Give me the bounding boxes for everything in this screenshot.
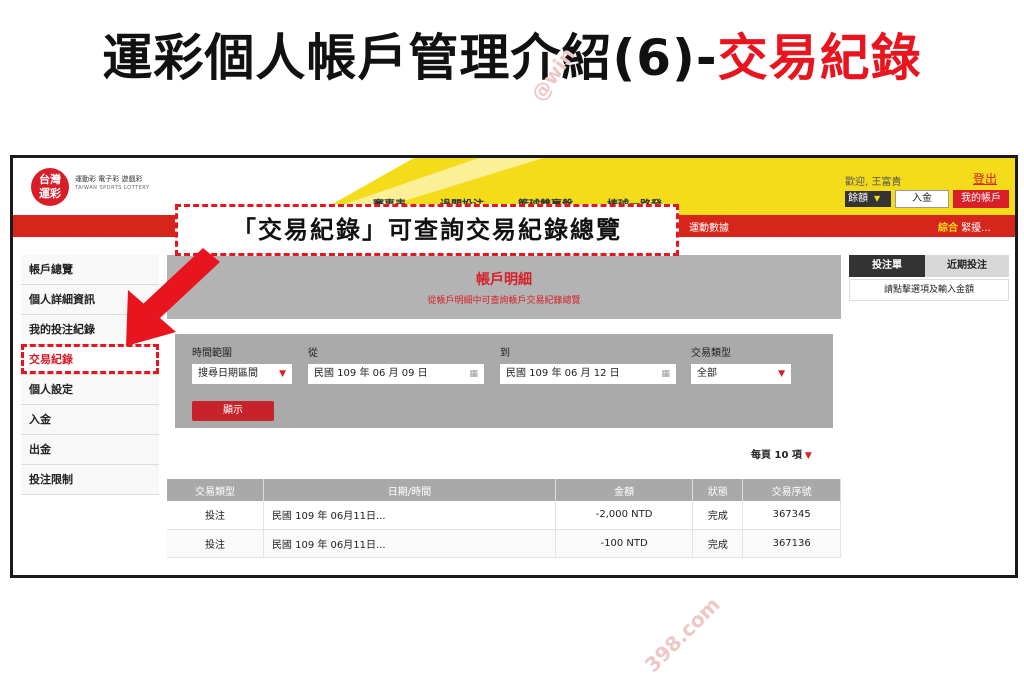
- logout-link[interactable]: 登出: [973, 170, 997, 187]
- sidebar-item-settings[interactable]: 個人設定: [21, 375, 159, 405]
- sports-data-link[interactable]: 運動數據: [689, 219, 729, 234]
- col-type[interactable]: 交易類型: [167, 479, 264, 501]
- calendar-icon: ▦: [469, 369, 478, 379]
- account-detail-subtitle: 從帳戶明細中可查詢帳戶交易紀錄總覽: [427, 296, 581, 306]
- calendar-icon: ▦: [661, 369, 670, 379]
- redbar-right[interactable]: 綜合 緊擾...: [938, 219, 991, 234]
- cell-datetime: 民國 109 年 06月11日...: [263, 529, 556, 558]
- table-row[interactable]: 投注 民國 109 年 06月11日... -100 NTD 完成 367136: [167, 529, 841, 558]
- balance-select[interactable]: 餘額 ▼: [845, 191, 891, 207]
- filter-panel: 時間範圍 搜尋日期區間 ▼ 從 民國 109 年 06 月 09 日 ▦ 到 民國 …: [175, 334, 833, 428]
- time-range-label: 時間範圍: [192, 348, 232, 359]
- sidebar-item-withdraw[interactable]: 出金: [21, 435, 159, 465]
- logo-brand-text: 運動彩 電子彩 遊戲彩: [75, 175, 143, 183]
- from-date-input[interactable]: 民國 109 年 06 月 09 日 ▦: [308, 364, 484, 384]
- cell-status: 完成: [692, 529, 744, 558]
- watermark-bottom: 398.com: [640, 592, 725, 677]
- tab-recent-bets[interactable]: 近期投注: [925, 255, 1009, 277]
- tab-bet-slip[interactable]: 投注單: [849, 255, 925, 277]
- from-label: 從: [308, 348, 318, 359]
- bet-slip-message: 請點擊選項及輸入金額: [849, 279, 1009, 301]
- to-date-input[interactable]: 民國 109 年 06 月 12 日 ▦: [500, 364, 676, 384]
- cell-type: 投注: [167, 501, 264, 530]
- col-amount[interactable]: 金額: [555, 479, 694, 501]
- sidebar-item-bet-history[interactable]: 我的投注紀錄: [21, 315, 159, 345]
- sidebar-highlight-box: [21, 344, 159, 374]
- site-logo[interactable]: 台灣 運彩: [31, 168, 69, 206]
- col-serial[interactable]: 交易序號: [742, 479, 841, 501]
- cell-status: 完成: [692, 501, 744, 530]
- page-title-main: 運彩個人帳戶管理介紹(6)-: [102, 29, 718, 87]
- table-row[interactable]: 投注 民國 109 年 06月11日... -2,000 NTD 完成 3673…: [167, 501, 841, 530]
- account-detail-title: 帳戶明細: [476, 272, 532, 288]
- chevron-down-icon: ▼: [874, 194, 881, 203]
- annotation-callout: 「交易紀錄」可查詢交易紀錄總覽: [175, 204, 679, 256]
- cell-amount: -2,000 NTD: [555, 501, 694, 530]
- show-button[interactable]: 顯示: [192, 401, 274, 421]
- sidebar-item-personal-info[interactable]: 個人詳細資訊: [21, 285, 159, 315]
- my-account-button[interactable]: 我的帳戶: [953, 190, 1009, 208]
- chevron-down-icon: ▼: [804, 451, 812, 461]
- type-select[interactable]: 全部 ▼: [691, 364, 791, 384]
- type-label: 交易類型: [691, 348, 731, 359]
- chevron-down-icon: ▼: [778, 369, 785, 379]
- chevron-down-icon: ▼: [279, 369, 286, 379]
- time-range-select[interactable]: 搜尋日期區間 ▼: [192, 364, 292, 384]
- transactions-table: 交易類型 日期/時間 金額 狀態 交易序號 投注 民國 109 年 06月11日…: [167, 479, 841, 558]
- page-title-highlight: 交易紀錄: [717, 29, 922, 87]
- cell-type: 投注: [167, 529, 264, 558]
- account-detail-header: 帳戶明細 從帳戶明細中可查詢帳戶交易紀錄總覽: [167, 255, 841, 319]
- cell-serial: 367136: [742, 529, 841, 558]
- cell-serial: 367345: [742, 501, 841, 530]
- per-page-select[interactable]: 每頁 10 項 ▼: [751, 446, 812, 461]
- deposit-button[interactable]: 入金: [895, 190, 949, 208]
- cell-datetime: 民國 109 年 06月11日...: [263, 501, 556, 530]
- logo-english-text: TAIWAN SPORTS LOTTERY: [75, 185, 150, 191]
- sidebar-item-overview[interactable]: 帳戶總覽: [21, 255, 159, 285]
- sidebar-item-bet-limit[interactable]: 投注限制: [21, 465, 159, 495]
- sidebar-item-deposit[interactable]: 入金: [21, 405, 159, 435]
- sidebar: 帳戶總覽 個人詳細資訊 我的投注紀錄 交易紀錄 個人設定 入金 出金 投注限制: [21, 255, 159, 495]
- to-label: 到: [500, 348, 510, 359]
- page-title: 運彩個人帳戶管理介紹(6)-交易紀錄: [0, 18, 1024, 90]
- cell-amount: -100 NTD: [555, 529, 694, 558]
- col-datetime[interactable]: 日期/時間: [263, 479, 556, 501]
- col-status[interactable]: 狀態: [692, 479, 744, 501]
- welcome-text: 歡迎, 王富貴: [845, 177, 902, 188]
- table-header-row: 交易類型 日期/時間 金額 狀態 交易序號: [167, 479, 841, 501]
